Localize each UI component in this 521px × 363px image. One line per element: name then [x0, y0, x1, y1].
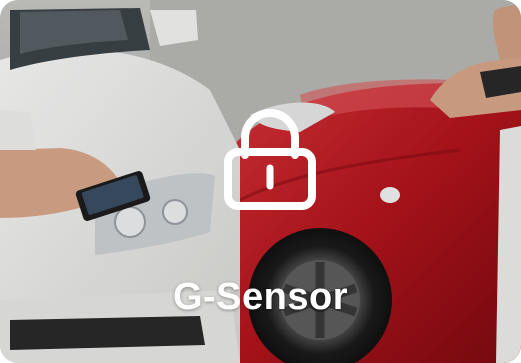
feature-title: G-Sensor: [172, 276, 349, 318]
g-sensor-feature-card[interactable]: G-Sensor: [0, 0, 521, 363]
